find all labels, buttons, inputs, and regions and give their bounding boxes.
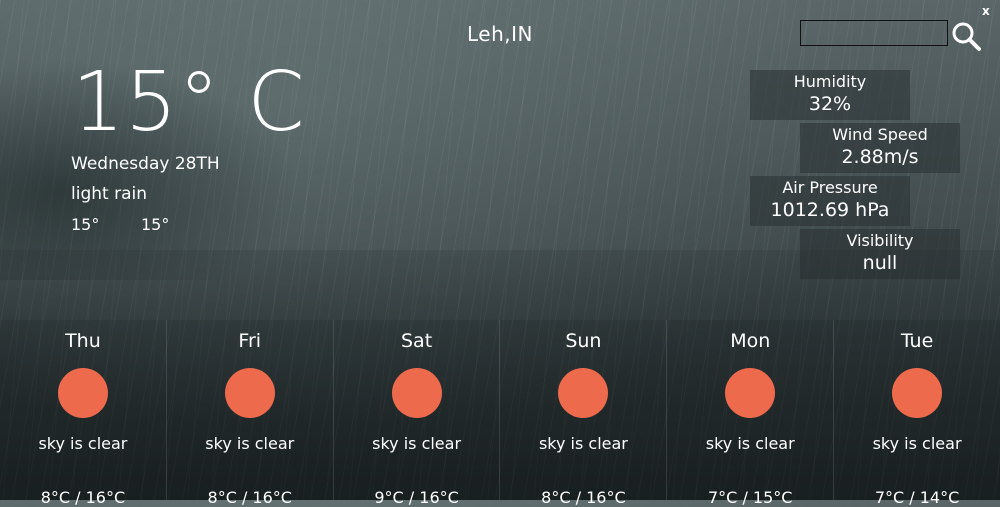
visibility-value: null [862,252,898,274]
air-pressure-box: Air Pressure 1012.69 hPa [750,176,910,226]
temp-min: 15° [71,215,100,234]
humidity-label: Humidity [793,72,867,91]
humidity-box: Humidity 32% [750,70,910,120]
forecast-range: 9°C / 16°C [374,488,459,507]
forecast-day-name: Fri [238,330,262,352]
forecast-condition: sky is clear [538,434,628,453]
sun-icon [892,368,943,418]
forecast-condition: sky is clear [705,434,795,453]
forecast-day: Tue sky is clear 7°C / 14°C [834,320,1000,507]
wind-speed-box: Wind Speed 2.88m/s [800,123,960,173]
search-icon[interactable] [950,20,982,52]
current-description: light rain [71,184,147,204]
forecast-range: 7°C / 14°C [874,488,960,507]
close-icon[interactable]: x [982,4,990,18]
air-pressure-label: Air Pressure [782,178,878,197]
forecast-range: 8°C / 16°C [541,488,626,507]
forecast-day: Sun sky is clear 8°C / 16°C [500,320,668,507]
sun-icon [57,368,108,418]
forecast-day-name: Sat [400,330,433,352]
temp-max: 15° [141,215,170,234]
current-date: Wednesday 28TH [71,154,220,174]
air-pressure-value: 1012.69 hPa [770,199,890,221]
forecast-day: Fri sky is clear 8°C / 16°C [166,320,334,507]
sun-icon [558,368,609,418]
forecast-day: Thu sky is clear 8°C / 16°C [0,320,167,507]
sun-icon [224,368,275,418]
current-temperature: 15° C [72,55,306,150]
forecast-range: 8°C / 16°C [40,488,126,507]
forecast-day: Sat sky is clear 9°C / 16°C [333,320,501,507]
forecast-day-name: Thu [65,330,101,352]
forecast-day: Mon sky is clear 7°C / 15°C [667,320,835,507]
forecast-day-name: Sun [565,330,602,352]
visibility-label: Visibility [846,231,914,250]
wind-speed-label: Wind Speed [832,125,928,144]
forecast-range: 7°C / 15°C [708,488,793,507]
search-input[interactable] [800,20,948,46]
sun-icon [391,368,442,418]
forecast-range: 8°C / 16°C [207,488,292,507]
wind-speed-value: 2.88m/s [841,146,919,168]
forecast-condition: sky is clear [205,434,295,453]
forecast-condition: sky is clear [38,434,128,453]
visibility-box: Visibility null [800,229,960,279]
forecast-day-name: Mon [730,330,771,352]
forecast-condition: sky is clear [872,434,962,453]
forecast-condition: sky is clear [372,434,462,453]
humidity-value: 32% [808,93,852,115]
forecast-strip: Thu sky is clear 8°C / 16°C Fri sky is c… [0,320,1000,507]
forecast-day-name: Tue [900,330,934,352]
sun-icon [725,368,776,418]
